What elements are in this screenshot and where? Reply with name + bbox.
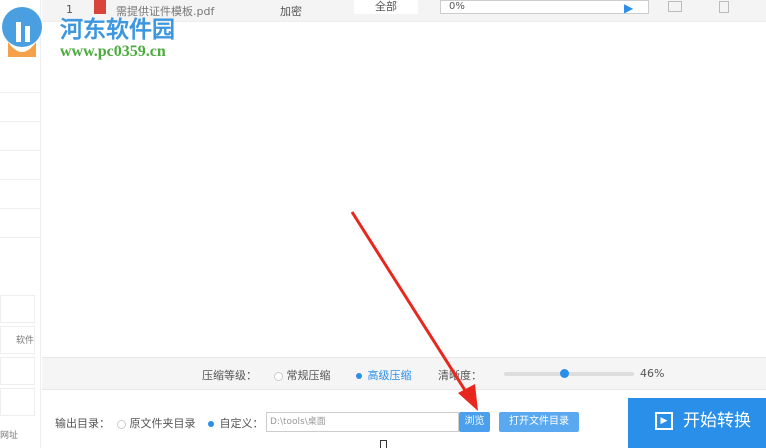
annotation-arrow bbox=[350, 211, 478, 411]
arrow-head bbox=[458, 384, 478, 411]
arrow-shaft bbox=[350, 211, 470, 396]
